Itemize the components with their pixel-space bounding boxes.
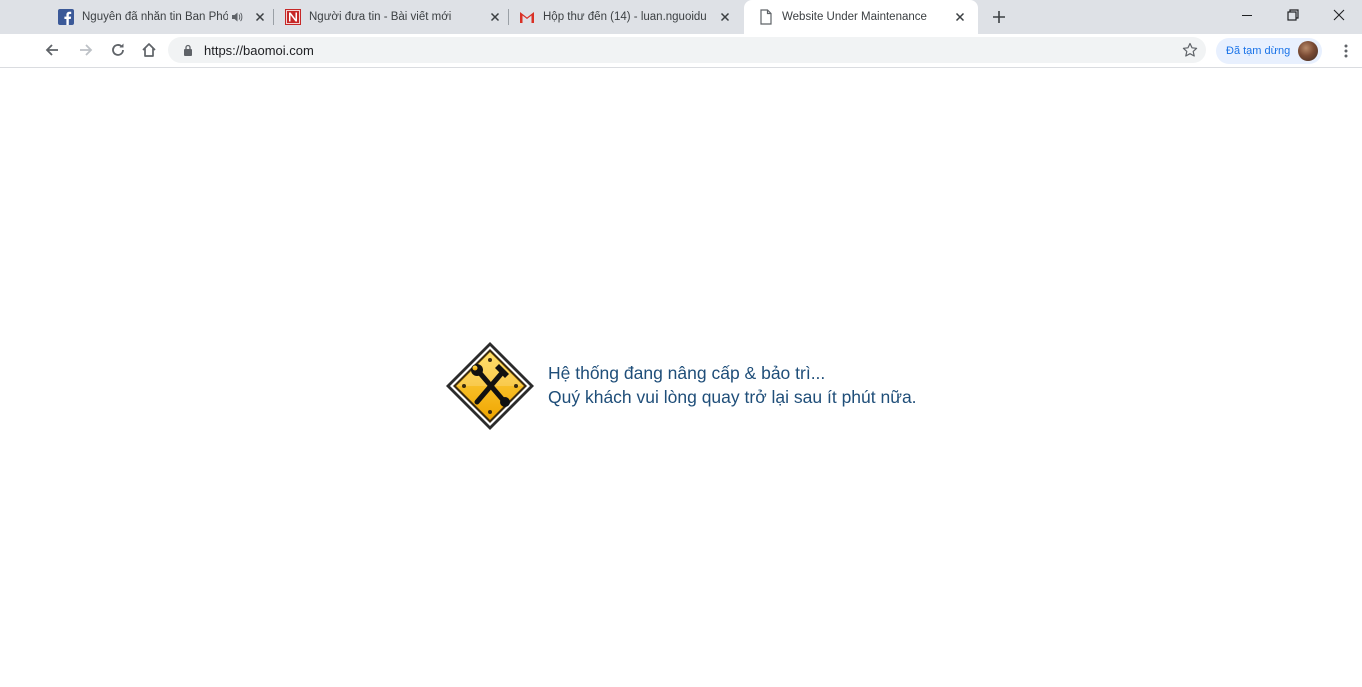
home-icon <box>142 43 156 57</box>
tab-title: Website Under Maintenance <box>782 11 927 23</box>
close-window-button[interactable] <box>1316 0 1362 30</box>
facebook-icon <box>58 9 74 25</box>
restore-icon <box>1287 9 1299 21</box>
reload-icon <box>112 43 124 56</box>
tab-close-icon[interactable] <box>952 9 968 25</box>
arrow-right-icon <box>80 44 93 56</box>
back-button[interactable] <box>38 36 66 64</box>
tab-separator <box>273 9 274 25</box>
tab-title: Hộp thư đến (14) - luan.nguoidu <box>543 11 707 23</box>
page-icon <box>758 9 774 25</box>
browser-toolbar: https://baomoi.com Đã tạm dừng <box>0 34 1362 68</box>
speaker-icon[interactable] <box>230 10 244 24</box>
profile-paused-label: Đã tạm dừng <box>1226 45 1291 57</box>
new-tab-button[interactable] <box>985 3 1013 31</box>
profile-paused-button[interactable]: Đã tạm dừng <box>1216 38 1323 64</box>
tab-title: Người đưa tin - Bài viết mới <box>309 11 452 23</box>
maintenance-message: Hệ thống đang nâng cấp & bảo trì... Quý … <box>443 340 917 432</box>
maintenance-line-1: Hệ thống đang nâng cấp & bảo trì... <box>548 363 826 383</box>
tab-separator <box>508 9 509 25</box>
close-icon <box>1333 9 1345 21</box>
restore-button[interactable] <box>1270 0 1316 30</box>
tab-close-icon[interactable] <box>487 9 503 25</box>
plus-icon <box>993 11 1005 23</box>
minimize-icon <box>1242 15 1252 16</box>
page-content: Hệ thống đang nâng cấp & bảo trì... Quý … <box>0 69 1362 687</box>
tab-strip: Nguyễn đã nhắn tin Ban Phó Người đưa tin… <box>0 0 1362 34</box>
more-vertical-icon <box>1344 44 1348 58</box>
avatar <box>1298 41 1319 61</box>
tab-maintenance[interactable]: Website Under Maintenance <box>744 0 978 34</box>
nguoiduatin-icon <box>285 9 301 25</box>
address-bar[interactable]: https://baomoi.com <box>168 37 1206 63</box>
gmail-icon <box>519 9 535 25</box>
lock-icon[interactable] <box>180 42 196 58</box>
menu-button[interactable] <box>1336 40 1356 62</box>
tab-close-icon[interactable] <box>252 9 268 25</box>
home-button[interactable] <box>135 36 163 64</box>
url-text[interactable]: https://baomoi.com <box>204 43 314 58</box>
maintenance-text: Hệ thống đang nâng cấp & bảo trì... Quý … <box>548 361 917 409</box>
tab-title: Nguyễn đã nhắn tin Ban Phó <box>82 11 228 23</box>
bookmark-star-icon[interactable] <box>1180 40 1200 60</box>
arrow-left-icon <box>45 44 58 56</box>
tab-close-icon[interactable] <box>717 9 733 25</box>
forward-button[interactable] <box>72 36 100 64</box>
tab-gmail[interactable]: Hộp thư đến (14) - luan.nguoidu <box>519 0 733 34</box>
tab-facebook[interactable]: Nguyễn đã nhắn tin Ban Phó <box>58 0 268 34</box>
maintenance-line-2: Quý khách vui lòng quay trở lại sau ít p… <box>548 387 917 407</box>
tab-nguoiduatin[interactable]: Người đưa tin - Bài viết mới <box>285 0 503 34</box>
maintenance-tools-icon <box>446 342 534 430</box>
reload-button[interactable] <box>104 36 132 64</box>
minimize-button[interactable] <box>1224 0 1270 30</box>
